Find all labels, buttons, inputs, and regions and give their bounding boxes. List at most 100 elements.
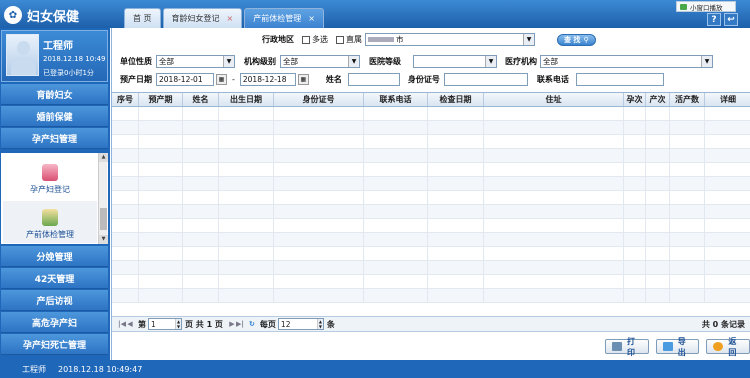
- refresh-icon[interactable]: ↻: [248, 320, 256, 328]
- direct-checkbox[interactable]: [336, 35, 344, 44]
- table-cell: [670, 247, 705, 260]
- phone-input[interactable]: [575, 73, 664, 86]
- sidebar-item-maternal-death[interactable]: 孕产妇死亡管理: [1, 334, 108, 355]
- table-cell: [139, 177, 183, 190]
- column-header[interactable]: 检查日期: [428, 93, 484, 106]
- column-header[interactable]: 活产数: [670, 93, 705, 106]
- close-icon[interactable]: ×: [227, 14, 234, 23]
- table-cell: [624, 219, 646, 232]
- submenu-item-prenatal-checkup[interactable]: 产前体检管理: [3, 201, 97, 243]
- multi-select-label: 多选: [312, 35, 328, 44]
- calendar-icon[interactable]: ▦: [216, 74, 227, 85]
- scroll-thumb[interactable]: [100, 208, 107, 230]
- mini-window-button[interactable]: 小窗口播放: [676, 1, 736, 12]
- tab-registration[interactable]: 育龄妇女登记 ×: [162, 8, 243, 28]
- table-cell: [624, 163, 646, 176]
- medical-org-select[interactable]: 全部 ▼: [540, 55, 713, 68]
- table-row: [112, 135, 750, 149]
- column-header[interactable]: 住址: [484, 93, 624, 106]
- unit-type-select[interactable]: 全部 ▼: [156, 55, 235, 68]
- export-button[interactable]: 导出: [655, 337, 700, 357]
- search-button[interactable]: 查 找 ⚲: [557, 33, 596, 46]
- last-page-icon[interactable]: ▶|: [236, 320, 244, 328]
- due-date-from-input[interactable]: 2018-12-01: [156, 73, 214, 86]
- table-cell: [705, 107, 750, 120]
- next-page-icon[interactable]: ▶: [228, 320, 236, 328]
- scroll-down-icon[interactable]: ▼: [99, 235, 108, 244]
- table-cell: [139, 261, 183, 274]
- table-cell: [112, 177, 139, 190]
- table-cell: [670, 121, 705, 134]
- table-cell: [219, 219, 274, 232]
- exit-icon[interactable]: ↩: [724, 13, 738, 26]
- submenu-scrollbar[interactable]: ▲ ▼: [98, 153, 108, 244]
- sidebar-item-delivery-management[interactable]: 分娩管理: [1, 246, 108, 267]
- user-name: 工程师: [43, 41, 73, 52]
- table-cell: [646, 121, 670, 134]
- table-cell: [624, 149, 646, 162]
- id-number-label: 身份证号: [407, 75, 440, 84]
- help-icon[interactable]: ?: [707, 13, 721, 26]
- table-cell: [219, 247, 274, 260]
- table-cell: [624, 247, 646, 260]
- sidebar-item-maternal-management[interactable]: 孕产妇管理: [1, 128, 108, 149]
- close-icon[interactable]: ×: [308, 14, 315, 23]
- table-cell: [183, 149, 219, 162]
- region-select[interactable]: 市 ▼: [365, 33, 535, 46]
- column-header[interactable]: 产次: [646, 93, 670, 106]
- table-cell: [428, 107, 484, 120]
- column-header[interactable]: 联系电话: [364, 93, 428, 106]
- sidebar-item-high-risk-maternal[interactable]: 高危孕产妇: [1, 312, 108, 333]
- sidebar-item-42-day-management[interactable]: 42天管理: [1, 268, 108, 289]
- due-date-to-input[interactable]: 2018-12-18: [239, 73, 296, 86]
- table-cell: [428, 191, 484, 204]
- table-cell: [139, 107, 183, 120]
- sidebar-item-postpartum-visit[interactable]: 产后访视: [1, 290, 108, 311]
- multi-select-checkbox[interactable]: [302, 35, 310, 44]
- org-level-label: 机构级别: [244, 57, 276, 66]
- table-cell: [624, 135, 646, 148]
- table-row: [112, 205, 750, 219]
- first-page-icon[interactable]: |◀: [118, 320, 126, 328]
- submenu-item-maternal-registration[interactable]: 孕产妇登记: [3, 156, 97, 198]
- table-cell: [364, 233, 428, 246]
- id-number-input[interactable]: [443, 73, 528, 86]
- table-cell: [364, 135, 428, 148]
- table-cell: [274, 121, 364, 134]
- tab-prenatal-checkup[interactable]: 产前体检管理 ×: [244, 8, 324, 28]
- column-header[interactable]: 姓名: [183, 93, 219, 106]
- table-row: [112, 247, 750, 261]
- total-records: 共 0 条记录: [701, 319, 745, 329]
- table-cell: [705, 219, 750, 232]
- org-level-select[interactable]: 全部 ▼: [280, 55, 360, 68]
- action-buttons: 打印 导出 返回: [598, 337, 750, 357]
- calendar-icon[interactable]: ▦: [297, 74, 309, 85]
- tab-home[interactable]: 首 页: [124, 8, 161, 28]
- table-cell: [484, 149, 624, 162]
- print-button[interactable]: 打印: [605, 337, 649, 357]
- table-cell: [183, 107, 219, 120]
- prev-page-icon[interactable]: ◀: [126, 320, 134, 328]
- video-icon: [680, 3, 687, 10]
- column-header[interactable]: 身份证号: [274, 93, 364, 106]
- column-header[interactable]: 详细: [705, 93, 750, 106]
- column-header[interactable]: 序号: [112, 93, 139, 106]
- table-cell: [364, 107, 428, 120]
- name-input[interactable]: [347, 73, 400, 86]
- sidebar-item-premarital-care[interactable]: 婚前保健: [1, 106, 108, 127]
- table-row: [112, 121, 750, 135]
- table-row: [112, 289, 750, 303]
- table-cell: [112, 205, 139, 218]
- back-button[interactable]: 返回: [706, 337, 750, 357]
- column-header[interactable]: 预产期: [139, 93, 183, 106]
- hospital-level-select[interactable]: ▼: [413, 55, 497, 68]
- page-number-input[interactable]: 1 ▲ ▼: [148, 318, 182, 330]
- sidebar-item-women-of-childbearing-age[interactable]: 育龄妇女: [1, 84, 108, 105]
- per-page-input[interactable]: 12 ▲ ▼: [277, 318, 324, 330]
- column-header[interactable]: 孕次: [624, 93, 646, 106]
- table-cell: [219, 149, 274, 162]
- table-cell: [364, 205, 428, 218]
- scroll-up-icon[interactable]: ▲: [99, 153, 108, 162]
- column-header[interactable]: 出生日期: [219, 93, 274, 106]
- table-cell: [183, 163, 219, 176]
